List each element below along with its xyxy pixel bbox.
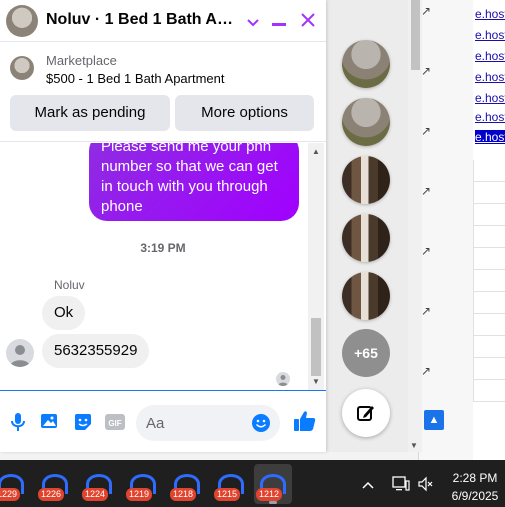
sender-name: Noluv	[54, 278, 85, 292]
system-clock[interactable]: 2:28 PM 6/9/2025	[440, 469, 505, 505]
app-badge: 1218	[170, 488, 197, 501]
minimize-button[interactable]	[268, 10, 290, 32]
taskbar-app[interactable]: 1219	[124, 464, 162, 504]
scroll-down-arrow-icon[interactable]: ▼	[410, 441, 418, 450]
background-link[interactable]: e.host	[475, 49, 505, 63]
pin-icon: ↗	[421, 364, 432, 378]
chevron-up-icon[interactable]	[362, 476, 374, 492]
pin-icon: ↗	[421, 64, 432, 78]
read-receipt-avatar	[276, 372, 290, 386]
volume-muted-icon[interactable]	[418, 476, 434, 495]
chat-heads-column: +65 ▼	[326, 0, 422, 452]
chat-head-avatar[interactable]	[342, 272, 390, 320]
active-indicator	[269, 501, 277, 504]
chat-header[interactable]: Noluv · 1 Bed 1 Bath Apartment	[0, 0, 326, 42]
background-page: ↗ ↗ ↗ ↗ ↗ ↗ ↗ e.host e.host e.host e.hos…	[418, 0, 505, 460]
more-chats-badge[interactable]: +65	[342, 329, 390, 377]
compose-icon	[357, 406, 374, 421]
background-link[interactable]: e.host	[475, 28, 505, 42]
pin-icon: ↗	[421, 244, 432, 258]
close-button[interactable]	[297, 10, 319, 32]
sticker-icon[interactable]	[72, 411, 94, 433]
marketplace-label: Marketplace	[46, 53, 117, 68]
pin-icon: ↗	[421, 124, 432, 138]
taskbar-app[interactable]: 1215	[212, 464, 250, 504]
message-timestamp: 3:19 PM	[140, 241, 186, 255]
background-link-selected[interactable]: e.host	[475, 130, 505, 144]
outgoing-message: Please send me your phn number so that w…	[89, 143, 299, 221]
person-icon	[278, 375, 288, 386]
marketplace-banner: Marketplace $500 - 1 Bed 1 Bath Apartmen…	[0, 42, 326, 142]
message-composer: GIF	[0, 390, 326, 452]
chat-head-avatar[interactable]	[342, 214, 390, 262]
messages-scrollbar[interactable]: ▲ ▼	[308, 143, 324, 390]
person-icon	[10, 345, 30, 367]
app-badge: 1219	[126, 488, 153, 501]
taskbar-app-active[interactable]: 1212	[254, 464, 292, 504]
mark-as-pending-button[interactable]: Mark as pending	[10, 95, 170, 131]
scroll-down-arrow-icon[interactable]: ▼	[312, 377, 320, 386]
chat-head-avatar[interactable]	[342, 98, 390, 146]
listing-thumbnail[interactable]	[10, 56, 34, 80]
background-link[interactable]: e.host	[475, 110, 505, 124]
chat-head-avatar[interactable]	[342, 40, 390, 88]
photo-icon[interactable]	[39, 411, 61, 433]
scroll-up-arrow-icon[interactable]: ▲	[312, 147, 320, 156]
chat-heads-scrollbar[interactable]: ▼	[408, 0, 422, 452]
chat-head-avatar[interactable]	[342, 156, 390, 204]
app-badge: 1229	[0, 488, 21, 501]
svg-text:GIF: GIF	[108, 419, 121, 428]
emoji-icon[interactable]	[250, 412, 272, 434]
taskbar-app[interactable]: 1226	[36, 464, 74, 504]
microphone-icon[interactable]	[7, 411, 29, 433]
network-icon[interactable]	[392, 476, 410, 495]
incoming-message: 5632355929	[42, 334, 150, 368]
background-link[interactable]: e.host	[475, 7, 505, 21]
background-link[interactable]: e.host	[475, 70, 505, 84]
message-input[interactable]	[146, 413, 246, 433]
taskbar-app[interactable]: 1218	[168, 464, 206, 504]
scrollbar-thumb[interactable]	[311, 318, 321, 376]
app-badge: 1212	[256, 488, 283, 501]
app-badge: 1226	[38, 488, 65, 501]
pin-icon: ↗	[421, 184, 432, 198]
scroll-up-button[interactable]: ▲	[424, 410, 444, 430]
close-icon	[301, 13, 315, 27]
message-list: Please send me your phn number so that w…	[0, 143, 326, 390]
background-link[interactable]: e.host	[475, 91, 505, 105]
new-message-button[interactable]	[342, 389, 390, 437]
app-badge: 1215	[214, 488, 241, 501]
app-badge: 1224	[82, 488, 109, 501]
more-options-button[interactable]: More options	[175, 95, 314, 131]
sender-avatar	[6, 339, 34, 367]
contact-avatar[interactable]	[6, 5, 38, 37]
clock-time: 2:28 PM	[452, 471, 498, 485]
message-input-box[interactable]	[136, 405, 280, 441]
clock-date: 6/9/2025	[451, 489, 499, 503]
background-grid	[473, 160, 505, 402]
chat-window: Noluv · 1 Bed 1 Bath Apartment Marketpla…	[0, 0, 326, 452]
pin-icon: ↗	[421, 4, 432, 18]
thumbs-up-icon[interactable]	[292, 408, 318, 434]
pin-icon: ↗	[421, 304, 432, 318]
chat-title[interactable]: Noluv · 1 Bed 1 Bath Apartment	[46, 11, 241, 29]
taskbar-app[interactable]: 1229	[0, 464, 30, 504]
scrollbar-thumb[interactable]	[411, 0, 420, 70]
gif-icon[interactable]: GIF	[104, 411, 126, 433]
incoming-message: Ok	[42, 296, 86, 330]
chevron-down-icon[interactable]	[242, 10, 264, 32]
taskbar-app[interactable]: 1224	[80, 464, 118, 504]
listing-title[interactable]: $500 - 1 Bed 1 Bath Apartment	[46, 71, 225, 86]
